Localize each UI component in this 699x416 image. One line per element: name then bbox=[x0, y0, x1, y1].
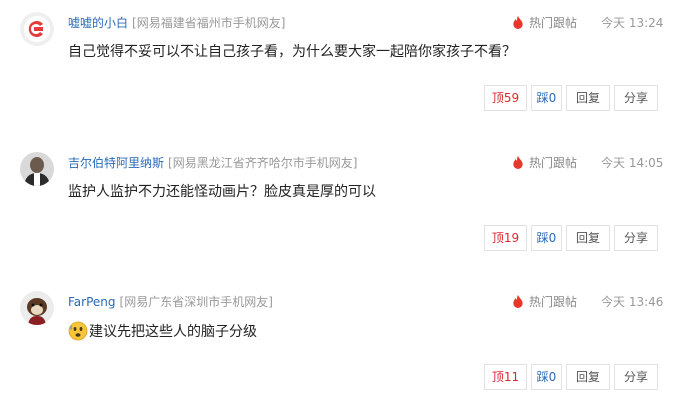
user-location: [网易黑龙江省齐齐哈尔市手机网友] bbox=[168, 156, 358, 170]
flame-icon bbox=[513, 295, 523, 308]
comment-text: 监护人监护不力还能怪动画片？脸皮真是厚的可以 bbox=[68, 184, 376, 200]
hot-label: 热门跟帖 bbox=[529, 16, 578, 30]
hot-comment-tag: 热门跟帖 bbox=[512, 14, 577, 32]
username-link[interactable]: 嘘嘘的小白 bbox=[68, 16, 128, 30]
comment-text-body: 建议先把这些人的脑子分级 bbox=[89, 324, 257, 340]
username-link[interactable]: FarPeng bbox=[68, 295, 116, 309]
avatar[interactable] bbox=[20, 12, 54, 46]
downvote-button[interactable]: 踩0 bbox=[531, 225, 562, 251]
comment-actions: 顶19 踩0 回复 分享 bbox=[484, 225, 658, 251]
share-button[interactable]: 分享 bbox=[614, 225, 658, 251]
user-location: [网易福建省福州市手机网友] bbox=[132, 16, 286, 30]
reply-button[interactable]: 回复 bbox=[566, 364, 610, 390]
avatar[interactable] bbox=[20, 152, 54, 186]
hot-comment-tag: 热门跟帖 bbox=[512, 154, 577, 172]
user-location: [网易广东省深圳市手机网友] bbox=[119, 295, 273, 309]
comment-time: 今天 13:46 bbox=[601, 295, 664, 309]
username-link[interactable]: 吉尔伯特阿里纳斯 bbox=[68, 156, 164, 170]
comment-time: 今天 13:24 bbox=[601, 16, 664, 30]
comment-actions: 顶11 踩0 回复 分享 bbox=[484, 364, 658, 390]
flame-icon bbox=[513, 156, 523, 169]
comment-meta: 嘘嘘的小白 [网易福建省福州市手机网友] bbox=[68, 14, 285, 32]
reply-button[interactable]: 回复 bbox=[566, 85, 610, 111]
downvote-button[interactable]: 踩0 bbox=[531, 364, 562, 390]
avatar[interactable] bbox=[20, 291, 54, 325]
upvote-button[interactable]: 顶19 bbox=[484, 225, 527, 251]
comment-text: 自己觉得不妥可以不让自己孩子看，为什么要大家一起陪你家孩子不看？ bbox=[68, 44, 516, 60]
upvote-button[interactable]: 顶59 bbox=[484, 85, 527, 111]
flame-icon bbox=[513, 16, 523, 29]
comment-actions: 顶59 踩0 回复 分享 bbox=[484, 85, 658, 111]
share-button[interactable]: 分享 bbox=[614, 364, 658, 390]
upvote-button[interactable]: 顶11 bbox=[484, 364, 527, 390]
hot-label: 热门跟帖 bbox=[529, 295, 578, 309]
hot-label: 热门跟帖 bbox=[529, 156, 578, 170]
downvote-button[interactable]: 踩0 bbox=[531, 85, 562, 111]
nervous-face-emoji-icon bbox=[68, 321, 88, 341]
share-button[interactable]: 分享 bbox=[614, 85, 658, 111]
reply-button[interactable]: 回复 bbox=[566, 225, 610, 251]
comment-meta: 吉尔伯特阿里纳斯 [网易黑龙江省齐齐哈尔市手机网友] bbox=[68, 154, 357, 172]
comment-text: 建议先把这些人的脑子分级 bbox=[68, 321, 257, 342]
comment-meta: FarPeng [网易广东省深圳市手机网友] bbox=[68, 293, 273, 311]
comment-time: 今天 14:05 bbox=[601, 156, 664, 170]
hot-comment-tag: 热门跟帖 bbox=[512, 293, 577, 311]
